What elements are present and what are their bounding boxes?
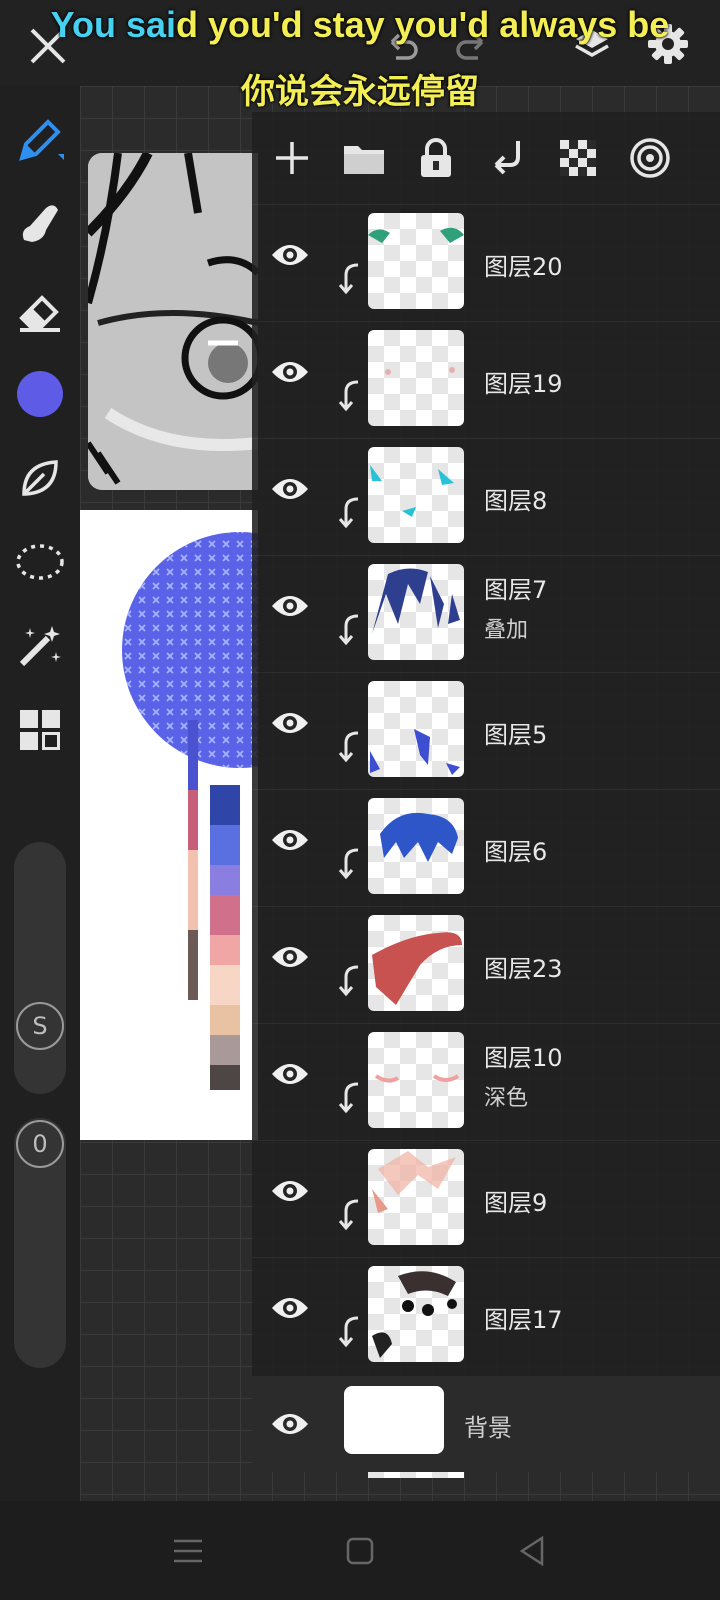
leaf-filter-icon[interactable] bbox=[10, 448, 70, 508]
add-layer-icon[interactable] bbox=[264, 130, 320, 186]
layer-thumbnail bbox=[368, 564, 464, 660]
layer-thumbnail bbox=[368, 681, 464, 777]
transparency-lock-icon[interactable] bbox=[550, 130, 606, 186]
layer-thumbnail bbox=[368, 1266, 464, 1362]
layer-row[interactable]: 图层6 bbox=[252, 789, 720, 907]
layer-thumbnail bbox=[368, 915, 464, 1011]
background-layer-row[interactable]: 背景 bbox=[252, 1376, 720, 1472]
clipping-indicator-icon bbox=[336, 261, 362, 295]
layer-name: 图层17 bbox=[484, 1306, 563, 1334]
eye-visibility-icon[interactable] bbox=[260, 693, 320, 753]
magic-wand-icon[interactable] bbox=[10, 616, 70, 676]
back-icon[interactable] bbox=[512, 1531, 552, 1571]
brush-size-slider[interactable] bbox=[14, 842, 66, 1094]
layer-row[interactable]: 图层20 bbox=[252, 204, 720, 322]
eye-visibility-icon[interactable] bbox=[260, 576, 320, 636]
layer-blend-mode: 深色 bbox=[484, 1086, 529, 1111]
brush-pen-icon[interactable] bbox=[10, 110, 70, 170]
background-thumbnail bbox=[344, 1386, 444, 1454]
layer-blend-mode: 叠加 bbox=[484, 618, 529, 643]
clipping-indicator-icon bbox=[336, 963, 362, 997]
clipping-indicator-icon bbox=[336, 1197, 362, 1231]
layer-row[interactable]: 图层10 深色 bbox=[252, 1023, 720, 1141]
layer-row[interactable]: 图层8 bbox=[252, 438, 720, 556]
size-slider-label: S bbox=[16, 1002, 64, 1050]
eye-visibility-icon[interactable] bbox=[260, 342, 320, 402]
folder-icon[interactable] bbox=[336, 130, 392, 186]
clipping-indicator-icon bbox=[336, 1080, 362, 1114]
eye-visibility-icon[interactable] bbox=[260, 810, 320, 870]
layer-row[interactable]: 图层9 bbox=[252, 1140, 720, 1258]
layer-thumbnail bbox=[368, 447, 464, 543]
color-swatch[interactable] bbox=[10, 364, 70, 424]
lyric-rest: d you'd stay you'd always be bbox=[176, 4, 670, 45]
eye-visibility-icon[interactable] bbox=[260, 1044, 320, 1104]
eye-visibility-icon[interactable] bbox=[260, 1278, 320, 1338]
recent-apps-icon[interactable] bbox=[168, 1531, 208, 1571]
eye-visibility-icon[interactable] bbox=[260, 927, 320, 987]
layer-name: 图层20 bbox=[484, 253, 563, 281]
opacity-slider-label: 0 bbox=[16, 1120, 64, 1168]
layer-name: 图层10 bbox=[484, 1044, 563, 1072]
lyric-line-chinese: 你说会永远停留 bbox=[241, 72, 479, 112]
artwork-palette-preview bbox=[80, 510, 258, 1140]
layer-row[interactable]: 图层5 bbox=[252, 672, 720, 790]
system-navigation-bar bbox=[0, 1501, 720, 1600]
eye-visibility-icon[interactable] bbox=[260, 459, 320, 519]
layer-name: 图层5 bbox=[484, 721, 548, 749]
clipping-indicator-icon bbox=[336, 1314, 362, 1348]
eye-visibility-icon[interactable] bbox=[260, 1161, 320, 1221]
clipping-indicator-icon bbox=[336, 846, 362, 880]
layer-thumbnail bbox=[368, 1149, 464, 1245]
layer-row[interactable]: 图层19 bbox=[252, 321, 720, 439]
layer-thumbnail bbox=[368, 213, 464, 309]
lock-icon[interactable] bbox=[408, 130, 464, 186]
layer-thumbnail bbox=[368, 1032, 464, 1128]
reference-layer-icon[interactable] bbox=[622, 130, 678, 186]
layer-name: 图层23 bbox=[484, 955, 563, 983]
lasso-select-icon[interactable] bbox=[10, 532, 70, 592]
clipping-mask-icon[interactable] bbox=[480, 130, 536, 186]
layer-name: 图层7 bbox=[484, 576, 548, 604]
layer-row[interactable]: 图层17 bbox=[252, 1257, 720, 1375]
lyric-highlight: You sai bbox=[50, 4, 177, 45]
layer-name: 图层6 bbox=[484, 838, 548, 866]
clipping-indicator-icon bbox=[336, 378, 362, 412]
layer-name: 图层8 bbox=[484, 487, 548, 515]
lyric-line-english: You said you'd stay you'd always be bbox=[0, 4, 720, 46]
artwork-face-preview bbox=[88, 153, 258, 490]
layer-thumbnail bbox=[368, 798, 464, 894]
clipping-indicator-icon bbox=[336, 729, 362, 763]
background-layer-name: 背景 bbox=[464, 1414, 512, 1442]
tool-bar: S 0 bbox=[0, 86, 80, 1501]
grid-menu-icon[interactable] bbox=[10, 700, 70, 760]
eye-visibility-icon[interactable] bbox=[260, 225, 320, 285]
layer-row[interactable]: 图层23 bbox=[252, 906, 720, 1024]
layer-row[interactable]: 图层7 叠加 bbox=[252, 555, 720, 673]
layer-actions-bar bbox=[252, 112, 720, 204]
eye-visibility-icon[interactable] bbox=[260, 1394, 320, 1454]
layer-name: 图层9 bbox=[484, 1189, 548, 1217]
clipping-indicator-icon bbox=[336, 495, 362, 529]
layer-thumbnail bbox=[368, 330, 464, 426]
smudge-finger-icon[interactable] bbox=[10, 194, 70, 254]
eraser-icon[interactable] bbox=[10, 280, 70, 340]
layer-name: 图层19 bbox=[484, 370, 563, 398]
home-icon[interactable] bbox=[340, 1531, 380, 1571]
clipping-indicator-icon bbox=[336, 612, 362, 646]
